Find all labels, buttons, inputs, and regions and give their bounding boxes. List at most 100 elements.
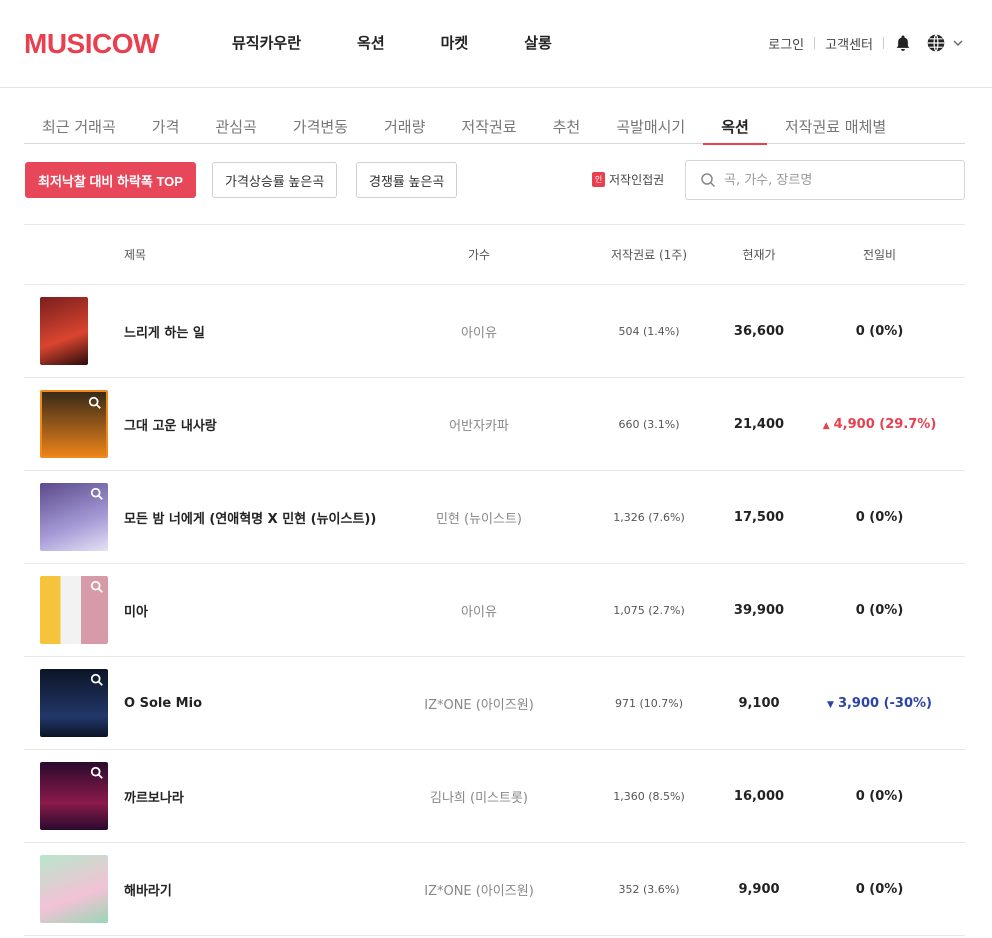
- header-price: 현재가: [742, 248, 776, 262]
- table-row[interactable]: 미아 아이유 1,075 (2.7%) 39,900 0 (0%): [24, 564, 965, 657]
- album-art[interactable]: [40, 297, 88, 365]
- song-price: 9,900: [738, 881, 780, 897]
- album-art[interactable]: [40, 576, 108, 644]
- song-title[interactable]: 느리게 하는 일: [124, 322, 384, 341]
- album-art[interactable]: [40, 390, 108, 458]
- table-row[interactable]: O Sole Mio IZ*ONE (아이즈원) 971 (10.7%) 9,100 ▼…: [24, 657, 965, 750]
- song-title[interactable]: 미아: [124, 601, 384, 620]
- song-royalty: 1,075 (2.7%): [613, 603, 685, 617]
- song-price: 21,400: [733, 416, 785, 432]
- header-artist: 가수: [467, 248, 491, 262]
- song-change: 0 (0%): [794, 510, 965, 525]
- search-icon: [701, 173, 716, 188]
- song-royalty: 352 (3.6%): [618, 882, 680, 896]
- tab-0[interactable]: 최근 거래곡: [24, 104, 134, 144]
- song-price: 16,000: [733, 788, 785, 804]
- table-header: 제목 가수 저작권료 (1주) 현재가 전일비: [24, 225, 965, 285]
- divider: [814, 37, 816, 49]
- song-change: ▲ 4,900 (29.7%): [794, 417, 965, 432]
- zoom-icon[interactable]: [90, 673, 104, 687]
- song-change-value: 0 (0%): [855, 509, 904, 525]
- song-change: 0 (0%): [794, 324, 965, 339]
- album-art[interactable]: [40, 762, 108, 830]
- header-royalty: 저작권료 (1주): [610, 248, 687, 262]
- neighboring-rights-legend: 인 저작인접권: [592, 171, 664, 188]
- song-price: 39,900: [733, 602, 785, 618]
- header: MUSICOW 뮤직카우란 옥션 마켓 살롱 로그인 고객센터: [0, 0, 992, 88]
- utility-menu: 로그인 고객센터: [768, 33, 964, 53]
- song-title[interactable]: 모든 밤 너에게 (연애혁명 X 민현 (뉴이스트)): [124, 508, 384, 527]
- song-title[interactable]: 그대 고운 내사랑: [124, 415, 384, 434]
- song-royalty: 971 (10.7%): [614, 696, 684, 710]
- search-input[interactable]: [724, 172, 954, 188]
- song-artist: 민현 (뉴이스트): [435, 511, 523, 527]
- tab-2[interactable]: 관심곡: [197, 104, 274, 144]
- song-artist: IZ*ONE (아이즈원): [424, 883, 534, 899]
- table-row[interactable]: 느리게 하는 일 아이유 504 (1.4%) 36,600 0 (0%): [24, 285, 965, 378]
- nav-auction[interactable]: 옥션: [357, 32, 385, 53]
- table-body: 느리게 하는 일 아이유 504 (1.4%) 36,600 0 (0%) 그대 고운 내…: [24, 285, 965, 936]
- song-royalty: 1,326 (7.6%): [613, 510, 685, 524]
- filter-competition-button[interactable]: 경쟁률 높은곡: [356, 162, 458, 198]
- song-change: 0 (0%): [794, 789, 965, 804]
- table-row[interactable]: 해바라기 IZ*ONE (아이즈원) 352 (3.6%) 9,900 0 (0%): [24, 843, 965, 936]
- song-artist: 김나희 (미스트롯): [430, 790, 528, 806]
- zoom-icon[interactable]: [88, 396, 102, 410]
- song-change: ▼ 3,900 (-30%): [794, 696, 965, 711]
- song-royalty: 660 (3.1%): [618, 417, 680, 431]
- neighboring-rights-label: 저작인접권: [609, 173, 665, 187]
- song-artist: IZ*ONE (아이즈원): [424, 697, 534, 713]
- song-change-value: 3,900 (-30%): [837, 695, 932, 711]
- bell-icon[interactable]: [894, 34, 912, 52]
- filter-price-rise-button[interactable]: 가격상승률 높은곡: [212, 162, 338, 198]
- main-nav: 뮤직카우란 옥션 마켓 살롱: [232, 32, 608, 53]
- song-artist: 아이유: [461, 604, 497, 620]
- nav-market[interactable]: 마켓: [441, 32, 469, 53]
- chevron-down-icon[interactable]: [952, 37, 964, 49]
- album-art[interactable]: [40, 483, 108, 551]
- zoom-icon[interactable]: [90, 580, 104, 594]
- header-title: 제목: [124, 248, 147, 262]
- album-art[interactable]: [40, 669, 108, 737]
- song-change: 0 (0%): [794, 603, 965, 618]
- song-change-value: 4,900 (29.7%): [833, 416, 937, 432]
- song-title[interactable]: 해바라기: [124, 880, 384, 899]
- support-link[interactable]: 고객센터: [825, 34, 873, 53]
- musicow-logo[interactable]: MUSICOW: [24, 28, 159, 60]
- song-title[interactable]: O Sole Mio: [124, 696, 384, 711]
- tab-5[interactable]: 저작권료: [443, 104, 534, 144]
- tab-8[interactable]: 옥션: [703, 104, 767, 145]
- search-box[interactable]: [685, 160, 965, 200]
- table-row[interactable]: 까르보나라 김나희 (미스트롯) 1,360 (8.5%) 16,000 0 (0%): [24, 750, 965, 843]
- zoom-icon[interactable]: [90, 766, 104, 780]
- song-change-value: 0 (0%): [855, 323, 904, 339]
- table-row[interactable]: 모든 밤 너에게 (연애혁명 X 민현 (뉴이스트)) 민현 (뉴이스트) 1,32…: [24, 471, 965, 564]
- divider: [883, 37, 884, 49]
- song-artist: 아이유: [461, 325, 497, 341]
- song-royalty: 504 (1.4%): [618, 324, 680, 338]
- tab-7[interactable]: 곡발매시기: [598, 104, 703, 144]
- login-link[interactable]: 로그인: [768, 34, 804, 53]
- song-price: 36,600: [733, 323, 785, 339]
- song-change: 0 (0%): [794, 882, 965, 897]
- tab-4[interactable]: 거래량: [366, 104, 443, 144]
- triangle-up-icon: ▲: [822, 420, 830, 431]
- table-row[interactable]: 그대 고운 내사랑 어반자카파 660 (3.1%) 21,400 ▲ 4,900 (29…: [24, 378, 965, 471]
- filter-top-drop-button[interactable]: 최저낙찰 대비 하락폭 TOP: [25, 162, 196, 198]
- album-art[interactable]: [40, 855, 108, 923]
- zoom-icon[interactable]: [90, 487, 104, 501]
- nav-salon[interactable]: 살롱: [524, 32, 552, 53]
- category-tabs: 최근 거래곡 가격 관심곡 가격변동 거래량 저작권료 추천 곡발매시기 옥션 저작권료 매체별: [24, 104, 965, 145]
- tab-9[interactable]: 저작권료 매체별: [767, 104, 904, 144]
- song-title[interactable]: 까르보나라: [124, 787, 384, 806]
- globe-icon[interactable]: [926, 33, 946, 53]
- neighboring-rights-badge: 인: [592, 172, 605, 187]
- tab-6[interactable]: 추천: [535, 104, 599, 144]
- song-change-value: 0 (0%): [855, 881, 904, 897]
- tab-3[interactable]: 가격변동: [275, 104, 366, 144]
- song-table: 제목 가수 저작권료 (1주) 현재가 전일비 느리게 하는 일 아이유 504 (…: [24, 224, 965, 936]
- song-artist: 어반자카파: [449, 418, 509, 434]
- song-change-value: 0 (0%): [855, 788, 904, 804]
- nav-about[interactable]: 뮤직카우란: [232, 32, 301, 53]
- tab-1[interactable]: 가격: [134, 104, 198, 144]
